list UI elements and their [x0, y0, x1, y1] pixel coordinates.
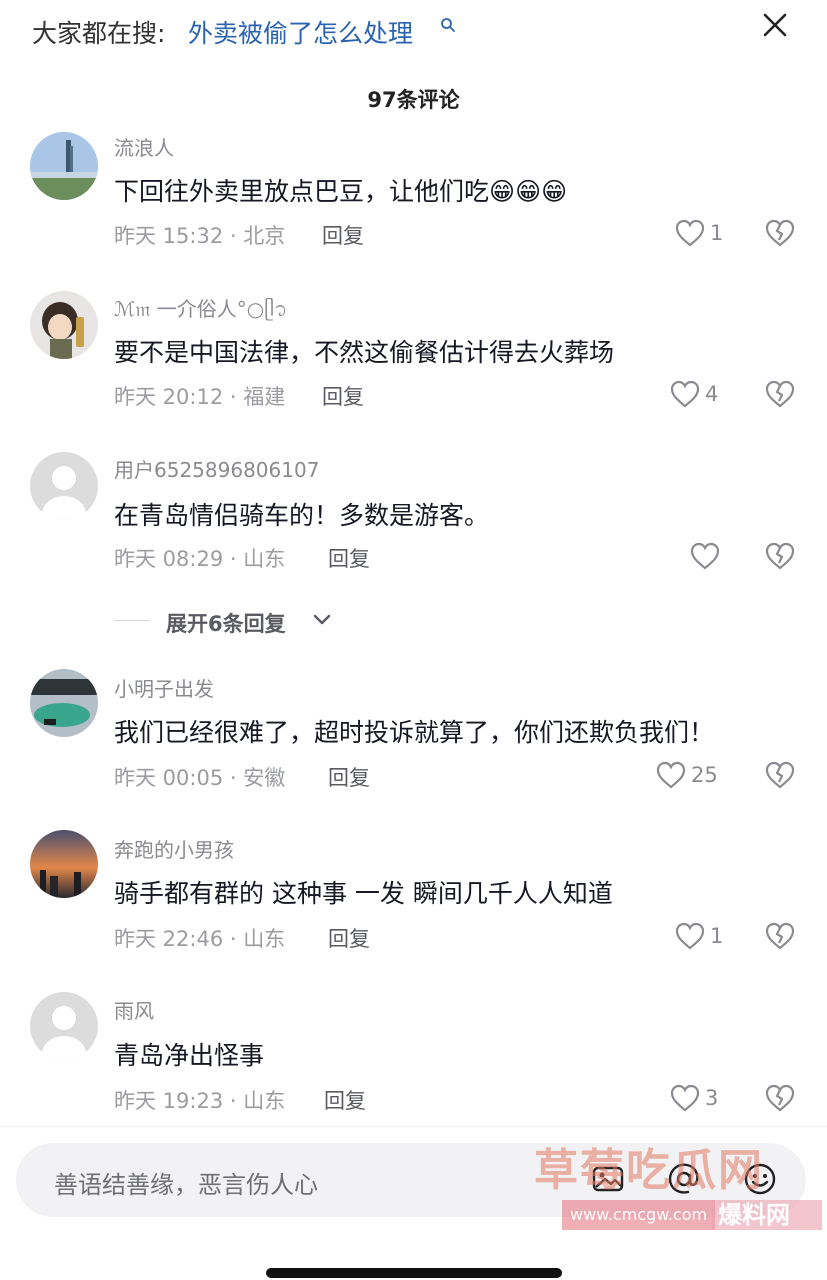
broken-heart-icon[interactable]: [764, 1082, 796, 1114]
like-count: 1: [710, 924, 724, 948]
comment-meta: 昨天 22:46 · 山东: [114, 927, 286, 951]
comment-time: 昨天 00:05: [114, 766, 224, 790]
grin-emoji: 😁: [489, 177, 516, 206]
like-count: 25: [691, 763, 718, 787]
expand-divider-line: [114, 620, 150, 621]
comment-meta: 昨天 20:12 · 福建: [114, 385, 286, 409]
reply-button[interactable]: 回复: [328, 923, 370, 953]
watermark-url: www.cmcgw.com: [562, 1200, 716, 1230]
avatar[interactable]: [30, 669, 98, 737]
reply-button[interactable]: 回复: [328, 762, 370, 792]
comment-meta: 昨天 15:32 · 北京: [114, 224, 286, 248]
comment-text: 骑手都有群的 这种事 一发 瞬间几千人人知道: [114, 879, 613, 908]
comment-location: 山东: [243, 927, 286, 951]
close-icon[interactable]: [756, 6, 794, 44]
expand-replies-button[interactable]: 展开6条回复: [0, 604, 827, 638]
comment-item: ℳ𝔪 一介俗人°○ᥫ᭡ 要不是中国法律，不然这偷餐估计得去火葬场 昨天 20:1…: [0, 289, 827, 429]
chevron-down-icon: [313, 614, 331, 625]
comment-location: 安徽: [243, 766, 286, 790]
comment-username[interactable]: ℳ𝔪 一介俗人°○ᥫ᭡: [114, 293, 287, 331]
avatar[interactable]: [30, 830, 98, 898]
like-count: 4: [705, 382, 719, 406]
comment-text: 在青岛情侣骑车的！多数是游客。: [114, 501, 490, 530]
comment-username[interactable]: 用户6525896806107: [114, 454, 319, 483]
comment-time: 昨天 08:29: [114, 547, 224, 571]
comment-text-body: 下回往外卖里放点巴豆，让他们吃: [114, 177, 490, 206]
comment-text: 我们已经很难了，超时投诉就算了，你们还欺负我们！: [114, 718, 715, 747]
expand-replies-label: 展开6条回复: [166, 612, 286, 636]
like-button[interactable]: 1: [674, 919, 723, 953]
heart-icon: [670, 1084, 700, 1112]
comment-time: 昨天 20:12: [114, 385, 224, 409]
divider: [0, 1126, 827, 1127]
avatar[interactable]: [30, 291, 98, 359]
search-query-icon: [441, 18, 455, 32]
search-prefix: 大家都在搜:: [32, 19, 166, 48]
comment-text: 下回往外卖里放点巴豆，让他们吃😁😁😁: [114, 172, 567, 208]
reply-button[interactable]: 回复: [322, 381, 364, 411]
comment-meta: 昨天 08:29 · 山东: [114, 547, 286, 571]
avatar[interactable]: [30, 452, 98, 520]
broken-heart-icon[interactable]: [764, 920, 796, 952]
comment-item: 用户6525896806107 在青岛情侣骑车的！多数是游客。 昨天 08:29…: [0, 450, 827, 590]
like-button[interactable]: [689, 539, 725, 573]
like-button[interactable]: 4: [669, 377, 718, 411]
comment-item: 雨风 青岛净出怪事 昨天 19:23 · 山东 回复 3: [0, 992, 827, 1132]
comment-location: 山东: [243, 547, 286, 571]
like-count: 1: [710, 221, 724, 245]
comment-item: 小明子出发 我们已经很难了，超时投诉就算了，你们还欺负我们！ 昨天 00:05 …: [0, 669, 827, 809]
comment-username[interactable]: 小明子出发: [114, 673, 214, 702]
comment-text: 要不是中国法律，不然这偷餐估计得去火葬场: [114, 338, 615, 367]
broken-heart-icon[interactable]: [764, 378, 796, 410]
comment-username[interactable]: 雨风: [114, 995, 154, 1024]
like-button[interactable]: 1: [674, 216, 723, 250]
comment-text: 青岛净出怪事: [114, 1041, 265, 1070]
comment-meta: 昨天 00:05 · 安徽: [114, 766, 286, 790]
comment-item: 奔跑的小男孩 骑手都有群的 这种事 一发 瞬间几千人人知道 昨天 22:46 ·…: [0, 830, 827, 970]
comment-meta: 昨天 19:23 · 山东: [114, 1089, 286, 1113]
comment-count: 97条评论: [367, 88, 460, 112]
comment-location: 北京: [243, 224, 286, 248]
broken-heart-icon[interactable]: [764, 217, 796, 249]
avatar[interactable]: [30, 132, 98, 200]
grin-emoji: 😁: [541, 177, 568, 206]
comment-location: 福建: [243, 385, 286, 409]
like-count: 3: [705, 1086, 719, 1110]
comment-time: 昨天 22:46: [114, 927, 224, 951]
watermark-label: 爆料网: [712, 1200, 822, 1230]
heart-icon: [675, 922, 705, 950]
watermark-text: 草莓吃瓜网: [534, 1145, 764, 1196]
comment-location: 山东: [243, 1089, 286, 1113]
avatar[interactable]: [30, 992, 98, 1060]
reply-button[interactable]: 回复: [328, 543, 370, 573]
like-button[interactable]: 3: [669, 1081, 718, 1115]
reply-button[interactable]: 回复: [324, 1085, 366, 1115]
comment-input-placeholder: 善语结善缘，恶言伤人心: [54, 1171, 318, 1199]
comment-username[interactable]: 奔跑的小男孩: [114, 834, 234, 863]
grin-emoji: 😁: [515, 177, 542, 206]
search-suggestion-bar[interactable]: 大家都在搜: 外卖被偷了怎么处理: [0, 0, 827, 62]
search-query-link[interactable]: 外卖被偷了怎么处理: [188, 14, 413, 50]
broken-heart-icon[interactable]: [764, 759, 796, 791]
like-button[interactable]: 25: [655, 758, 718, 792]
comment-username[interactable]: 流浪人: [114, 132, 174, 161]
heart-icon: [675, 219, 705, 247]
broken-heart-icon[interactable]: [764, 540, 796, 572]
comment-time: 昨天 19:23: [114, 1089, 224, 1113]
reply-button[interactable]: 回复: [322, 220, 364, 250]
heart-icon: [690, 542, 720, 570]
heart-icon: [656, 761, 686, 789]
home-indicator[interactable]: [266, 1268, 562, 1278]
heart-icon: [670, 380, 700, 408]
comment-time: 昨天 15:32: [114, 224, 224, 248]
comment-item: 流浪人 下回往外卖里放点巴豆，让他们吃😁😁😁 昨天 15:32 · 北京 回复 …: [0, 128, 827, 268]
